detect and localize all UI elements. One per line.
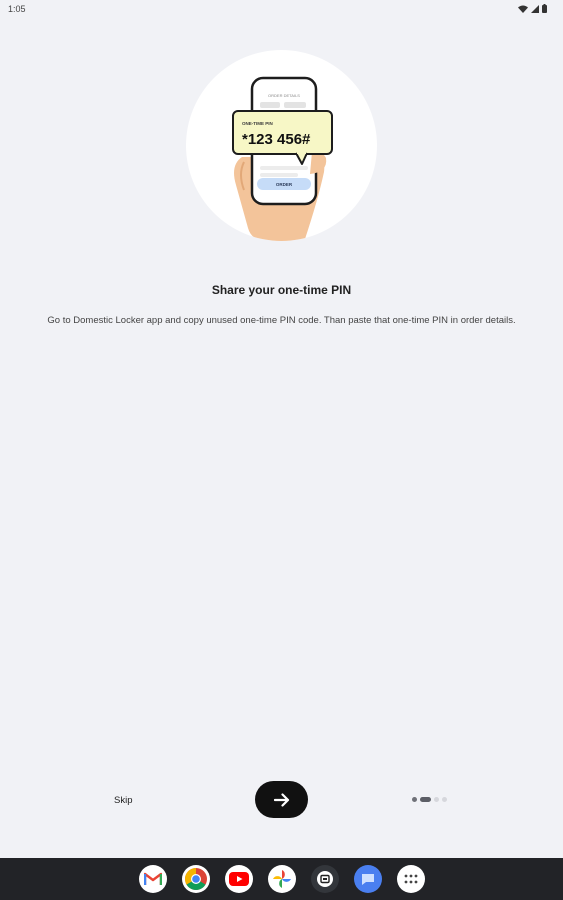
pin-label-text: ONE-TIME PIN	[242, 121, 273, 126]
pin-code-text: *123 456#	[242, 131, 311, 148]
gmail-icon[interactable]	[139, 865, 167, 893]
battery-icon	[542, 4, 547, 13]
page-dot-current	[420, 797, 431, 802]
signal-icon	[531, 4, 539, 13]
skip-button[interactable]: Skip	[108, 793, 138, 808]
order-button-text: ORDER	[276, 182, 293, 187]
screen-recorder-icon[interactable]	[311, 865, 339, 893]
app-drawer-icon[interactable]	[397, 865, 425, 893]
status-icons	[518, 4, 547, 13]
phone-header-text: ORDER DETAILS	[268, 93, 300, 98]
arrow-right-icon	[273, 792, 289, 807]
messages-icon[interactable]	[354, 865, 382, 893]
wifi-icon	[518, 5, 528, 13]
photos-icon[interactable]	[268, 865, 296, 893]
page-title: Share your one-time PIN	[211, 283, 352, 297]
page-dot	[442, 797, 447, 802]
page-dot	[434, 797, 439, 802]
app-dock	[139, 865, 425, 893]
phone-pin-illustration: ORDER DETAILS ORDER ONE-TIME PIN *123 45…	[232, 76, 333, 241]
status-time: 1:05	[8, 4, 26, 14]
youtube-icon[interactable]	[225, 865, 253, 893]
chrome-icon[interactable]	[182, 865, 210, 893]
hero-illustration: ORDER DETAILS ORDER ONE-TIME PIN *123 45…	[186, 50, 377, 241]
next-button[interactable]	[255, 781, 308, 818]
page-dot	[412, 797, 417, 802]
page-description: Go to Domestic Locker app and copy unuse…	[47, 315, 516, 326]
page-indicator	[412, 797, 447, 802]
status-bar: 1:05	[0, 0, 563, 20]
